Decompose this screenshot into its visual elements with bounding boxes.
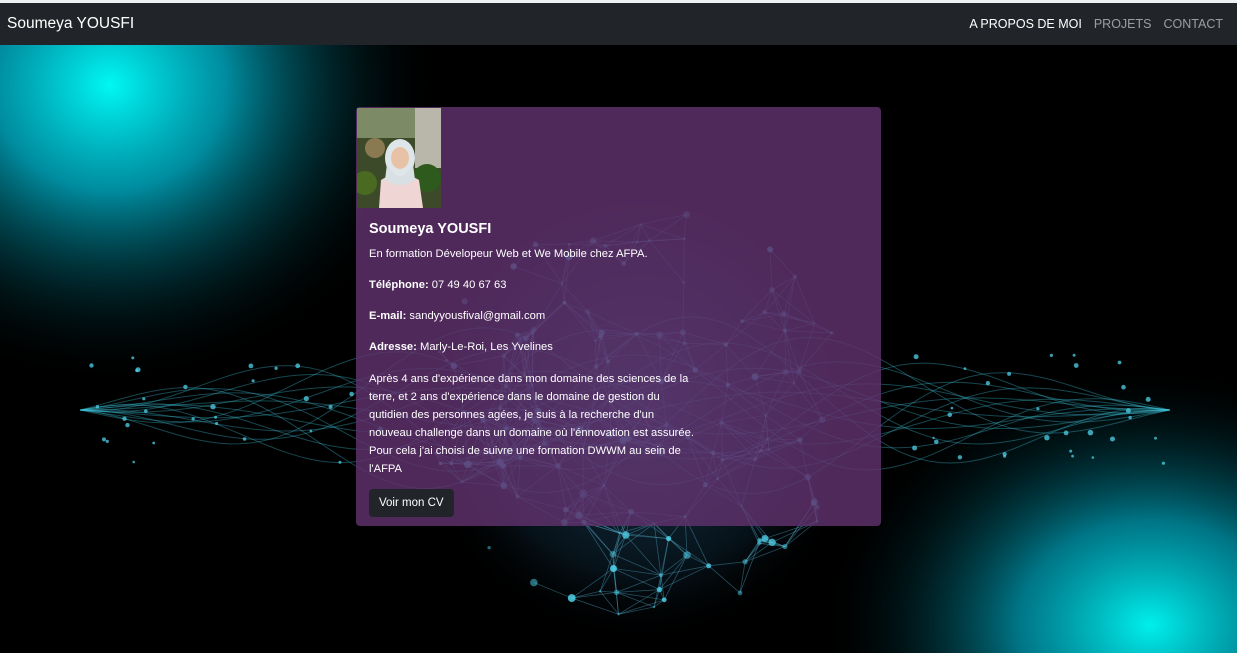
card-title: Soumeya YOUSFI — [369, 221, 492, 237]
address-line: Adresse: Marly-Le-Roi, Les Yvelines — [369, 340, 699, 355]
hero-section: Soumeya YOUSFI En formation Dévelopeur W… — [0, 45, 1237, 653]
address-label: Adresse: — [369, 341, 417, 354]
phone-label: Téléphone: — [369, 279, 429, 292]
navbar: Soumeya YOUSFI A PROPOS DE MOI PROJETS C… — [0, 3, 1237, 45]
nav-links: A PROPOS DE MOI PROJETS CONTACT — [969, 3, 1223, 45]
card-description: Après 4 ans d'expérience dans mon domain… — [369, 373, 694, 476]
card-body: Soumeya YOUSFI En formation Dévelopeur W… — [369, 221, 699, 517]
nav-link-contact[interactable]: CONTACT — [1164, 17, 1224, 31]
profile-card: Soumeya YOUSFI En formation Dévelopeur W… — [356, 107, 881, 526]
navbar-brand[interactable]: Soumeya YOUSFI — [7, 3, 134, 45]
email-value: sandyyousfival@gmail.com — [409, 310, 546, 323]
email-label: E-mail: — [369, 310, 407, 323]
phone-value: 07 49 40 67 63 — [431, 279, 507, 292]
address-value: Marly-Le-Roi, Les Yvelines — [420, 341, 553, 354]
view-cv-button[interactable]: Voir mon CV — [369, 488, 454, 517]
profile-photo — [357, 108, 441, 208]
nav-link-projets[interactable]: PROJETS — [1094, 17, 1152, 31]
card-tagline: En formation Dévelopeur Web et We Mobile… — [369, 248, 648, 260]
phone-line: Téléphone: 07 49 40 67 63 — [369, 278, 699, 293]
nav-link-a-propos[interactable]: A PROPOS DE MOI — [969, 17, 1082, 31]
email-line: E-mail: sandyyousfival@gmail.com — [369, 309, 699, 324]
